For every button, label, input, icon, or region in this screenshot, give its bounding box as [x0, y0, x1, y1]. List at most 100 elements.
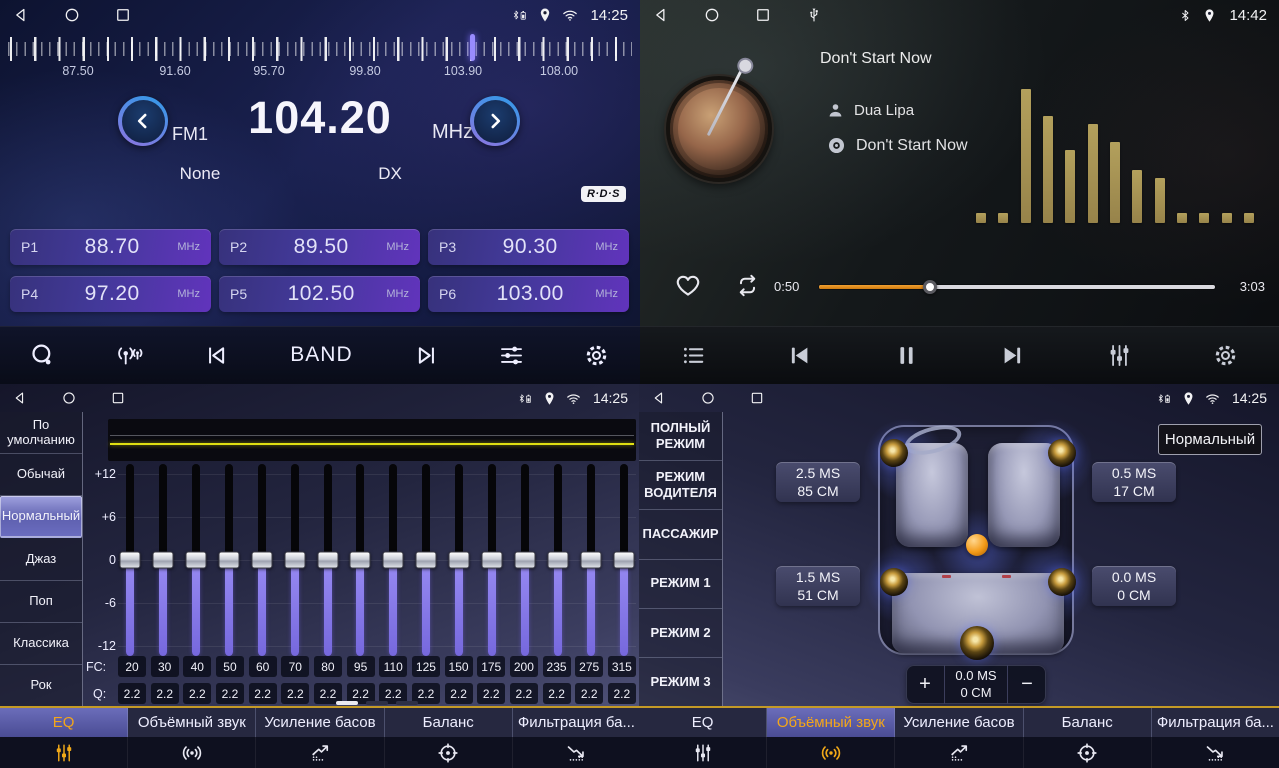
nav-back-icon[interactable]	[651, 390, 667, 406]
slider-thumb[interactable]	[613, 552, 634, 569]
eq-band-slider[interactable]	[217, 464, 241, 656]
q-value[interactable]: 2.2	[118, 683, 146, 704]
frequency-scale[interactable]	[8, 33, 632, 63]
tab-icon-cell[interactable]	[513, 737, 640, 768]
tab-icon-cell[interactable]	[1152, 737, 1279, 768]
nav-home-icon[interactable]	[700, 390, 716, 406]
pause-icon[interactable]	[893, 342, 920, 369]
preset-P4[interactable]: P497.20MHz	[10, 276, 211, 312]
fc-value[interactable]: 150	[445, 656, 473, 677]
slider-thumb[interactable]	[120, 552, 141, 569]
usb-icon[interactable]	[805, 6, 823, 24]
rear-right-delay-button[interactable]: 0.0 MS 0 CM	[1092, 566, 1176, 606]
eq-band-slider[interactable]	[151, 464, 175, 656]
q-value[interactable]: 2.2	[249, 683, 277, 704]
skip-next-icon[interactable]	[999, 342, 1026, 369]
listening-position-ball[interactable]	[966, 534, 988, 556]
favorite-button[interactable]	[674, 271, 702, 304]
slider-thumb[interactable]	[350, 552, 371, 569]
tab-bass-boost[interactable]: Усиление басов	[256, 708, 384, 737]
position-mode-item[interactable]: РЕЖИМ ВОДИТЕЛЯ	[639, 461, 722, 510]
fc-value[interactable]: 275	[575, 656, 603, 677]
eq-preset-item[interactable]: По умолчанию	[0, 412, 82, 454]
tune-down-button[interactable]	[118, 96, 168, 146]
front-right-delay-button[interactable]: 0.5 MS 17 CM	[1092, 462, 1176, 502]
fc-value[interactable]: 60	[249, 656, 277, 677]
eq-preset-item[interactable]: Рок	[0, 665, 82, 706]
eq-preset-item[interactable]: Джаз	[0, 538, 82, 580]
tab-icon-cell[interactable]	[639, 737, 767, 768]
album-art[interactable]	[666, 76, 772, 182]
eq-band-slider[interactable]	[316, 464, 340, 656]
tab-icon-cell[interactable]	[385, 737, 513, 768]
preset-P5[interactable]: P5102.50MHz	[219, 276, 420, 312]
nav-recents-icon[interactable]	[114, 6, 132, 24]
q-value[interactable]: 2.2	[543, 683, 571, 704]
fc-value[interactable]: 80	[314, 656, 342, 677]
front-left-delay-button[interactable]: 2.5 MS 85 CM	[776, 462, 860, 502]
slider-thumb[interactable]	[416, 552, 437, 569]
eq-band-slider[interactable]	[250, 464, 274, 656]
fc-value[interactable]: 50	[216, 656, 244, 677]
preset-P1[interactable]: P188.70MHz	[10, 229, 211, 265]
nav-recents-icon[interactable]	[754, 6, 772, 24]
eq-preset-item[interactable]: Обычай	[0, 454, 82, 496]
slider-thumb[interactable]	[284, 552, 305, 569]
q-value[interactable]: 2.2	[216, 683, 244, 704]
slider-thumb[interactable]	[317, 552, 338, 569]
eq-preset-item[interactable]: Поп	[0, 581, 82, 623]
q-value[interactable]: 2.2	[281, 683, 309, 704]
position-mode-item[interactable]: РЕЖИМ 2	[639, 609, 722, 658]
repeat-button[interactable]	[734, 272, 761, 304]
nav-recents-icon[interactable]	[749, 390, 765, 406]
q-value[interactable]: 2.2	[183, 683, 211, 704]
slider-thumb[interactable]	[251, 552, 272, 569]
eq-band-slider[interactable]	[579, 464, 603, 656]
position-mode-item[interactable]: ПАССАЖИР	[639, 510, 722, 559]
decrease-delay-button[interactable]: −	[1008, 665, 1046, 704]
skip-next-outline-icon[interactable]	[412, 342, 439, 369]
mixer-horizontal-icon[interactable]	[498, 342, 525, 369]
tab-icon-cell[interactable]	[0, 737, 128, 768]
band-button[interactable]: BAND	[290, 343, 352, 367]
eq-band-slider[interactable]	[414, 464, 438, 656]
nav-home-icon[interactable]	[61, 390, 77, 406]
slider-thumb[interactable]	[482, 552, 503, 569]
tab-icon-cell[interactable]	[128, 737, 256, 768]
slider-thumb[interactable]	[449, 552, 470, 569]
eq-preset-item[interactable]: Нормальный	[0, 496, 82, 538]
tab-eq-sliders[interactable]: EQ	[639, 708, 767, 737]
fc-value[interactable]: 70	[281, 656, 309, 677]
q-value[interactable]: 2.2	[151, 683, 179, 704]
slider-thumb[interactable]	[580, 552, 601, 569]
q-value[interactable]: 2.2	[575, 683, 603, 704]
fc-value[interactable]: 175	[477, 656, 505, 677]
fc-value[interactable]: 95	[347, 656, 375, 677]
nav-home-icon[interactable]	[703, 6, 721, 24]
slider-thumb[interactable]	[547, 552, 568, 569]
slider-thumb[interactable]	[152, 552, 173, 569]
position-mode-item[interactable]: ПОЛНЫЙ РЕЖИМ	[639, 412, 722, 461]
q-value[interactable]: 2.2	[477, 683, 505, 704]
search-icon[interactable]	[29, 342, 56, 369]
q-value[interactable]: 2.2	[608, 683, 636, 704]
rear-left-delay-button[interactable]: 1.5 MS 51 CM	[776, 566, 860, 606]
eq-band-slider[interactable]	[348, 464, 372, 656]
eq-band-slider[interactable]	[612, 464, 636, 656]
position-mode-item[interactable]: РЕЖИМ 3	[639, 658, 722, 706]
preset-P2[interactable]: P289.50MHz	[219, 229, 420, 265]
profile-button[interactable]: Нормальный	[1158, 424, 1262, 455]
fc-value[interactable]: 200	[510, 656, 538, 677]
progress-thumb[interactable]	[923, 280, 937, 294]
fc-value[interactable]: 30	[151, 656, 179, 677]
nav-home-icon[interactable]	[63, 6, 81, 24]
skip-prev-icon[interactable]	[786, 342, 813, 369]
tab-eq-sliders[interactable]: EQ	[0, 708, 128, 737]
fc-value[interactable]: 20	[118, 656, 146, 677]
tab-balance[interactable]: Баланс	[1024, 708, 1152, 737]
preset-P3[interactable]: P390.30MHz	[428, 229, 629, 265]
increase-delay-button[interactable]: +	[906, 665, 944, 704]
gear-icon[interactable]	[583, 342, 610, 369]
eq-band-slider[interactable]	[381, 464, 405, 656]
fc-value[interactable]: 315	[608, 656, 636, 677]
